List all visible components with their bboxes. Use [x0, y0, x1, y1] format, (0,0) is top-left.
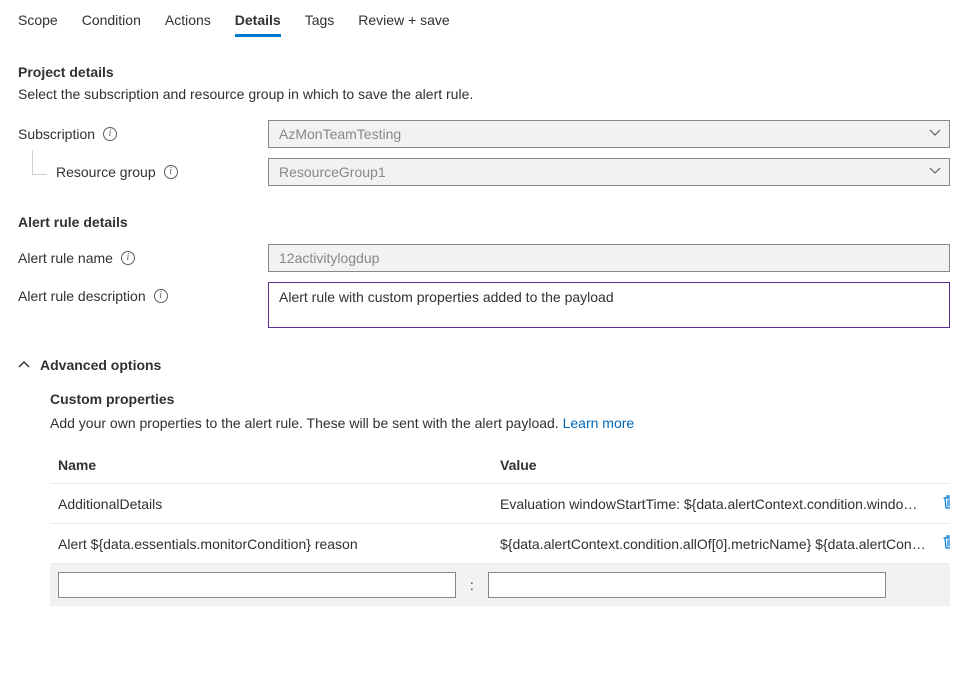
tab-strip: Scope Condition Actions Details Tags Rev…	[18, 0, 950, 36]
info-icon[interactable]: i	[164, 165, 178, 179]
tab-tags[interactable]: Tags	[305, 8, 335, 36]
custom-prop-value: ${data.alertContext.condition.allOf[0].m…	[492, 524, 934, 564]
project-details-heading: Project details	[18, 64, 950, 80]
chevron-up-icon	[18, 359, 30, 371]
chevron-down-icon	[929, 165, 941, 177]
delete-icon[interactable]	[942, 494, 950, 510]
custom-properties-table: Name Value AdditionalDetails Evaluation …	[50, 447, 950, 564]
tab-condition[interactable]: Condition	[82, 8, 141, 36]
custom-prop-name: Alert ${data.essentials.monitorCondition…	[50, 524, 492, 564]
new-property-value-input[interactable]	[488, 572, 886, 598]
custom-prop-value: Evaluation windowStartTime: ${data.alert…	[492, 484, 934, 524]
new-property-name-input[interactable]	[58, 572, 456, 598]
tab-scope[interactable]: Scope	[18, 8, 58, 36]
project-details-subtext: Select the subscription and resource gro…	[18, 86, 950, 102]
alert-rule-name-value: 12activitylogdup	[279, 250, 379, 266]
subscription-value: AzMonTeamTesting	[279, 126, 401, 142]
custom-properties-heading: Custom properties	[50, 391, 950, 407]
delete-icon[interactable]	[942, 534, 950, 550]
custom-properties-desc: Add your own properties to the alert rul…	[50, 415, 950, 431]
column-header-value: Value	[492, 447, 934, 484]
alert-rule-details-heading: Alert rule details	[18, 214, 950, 230]
alert-rule-description-label: Alert rule description	[18, 288, 146, 304]
tab-actions[interactable]: Actions	[165, 8, 211, 36]
subscription-label: Subscription	[18, 126, 95, 142]
info-icon[interactable]: i	[103, 127, 117, 141]
tab-details[interactable]: Details	[235, 8, 281, 36]
custom-properties-desc-text: Add your own properties to the alert rul…	[50, 415, 563, 431]
alert-rule-name-label: Alert rule name	[18, 250, 113, 266]
learn-more-link[interactable]: Learn more	[563, 415, 635, 431]
advanced-options-toggle[interactable]: Advanced options	[18, 357, 950, 373]
resource-group-dropdown[interactable]: ResourceGroup1	[268, 158, 950, 186]
advanced-options-label: Advanced options	[40, 357, 161, 373]
chevron-down-icon	[929, 127, 941, 139]
resource-group-label: Resource group	[56, 164, 156, 180]
custom-prop-name: AdditionalDetails	[50, 484, 492, 524]
column-header-name: Name	[50, 447, 492, 484]
info-icon[interactable]: i	[121, 251, 135, 265]
alert-rule-name-input[interactable]: 12activitylogdup	[268, 244, 950, 272]
table-row: Alert ${data.essentials.monitorCondition…	[50, 524, 950, 564]
tab-review-save[interactable]: Review + save	[358, 8, 449, 36]
info-icon[interactable]: i	[154, 289, 168, 303]
resource-group-value: ResourceGroup1	[279, 164, 386, 180]
separator: :	[464, 564, 480, 606]
column-header-actions	[934, 447, 950, 484]
new-property-row: :	[50, 564, 950, 606]
table-row: AdditionalDetails Evaluation windowStart…	[50, 484, 950, 524]
alert-rule-description-input[interactable]	[268, 282, 950, 328]
subscription-dropdown[interactable]: AzMonTeamTesting	[268, 120, 950, 148]
